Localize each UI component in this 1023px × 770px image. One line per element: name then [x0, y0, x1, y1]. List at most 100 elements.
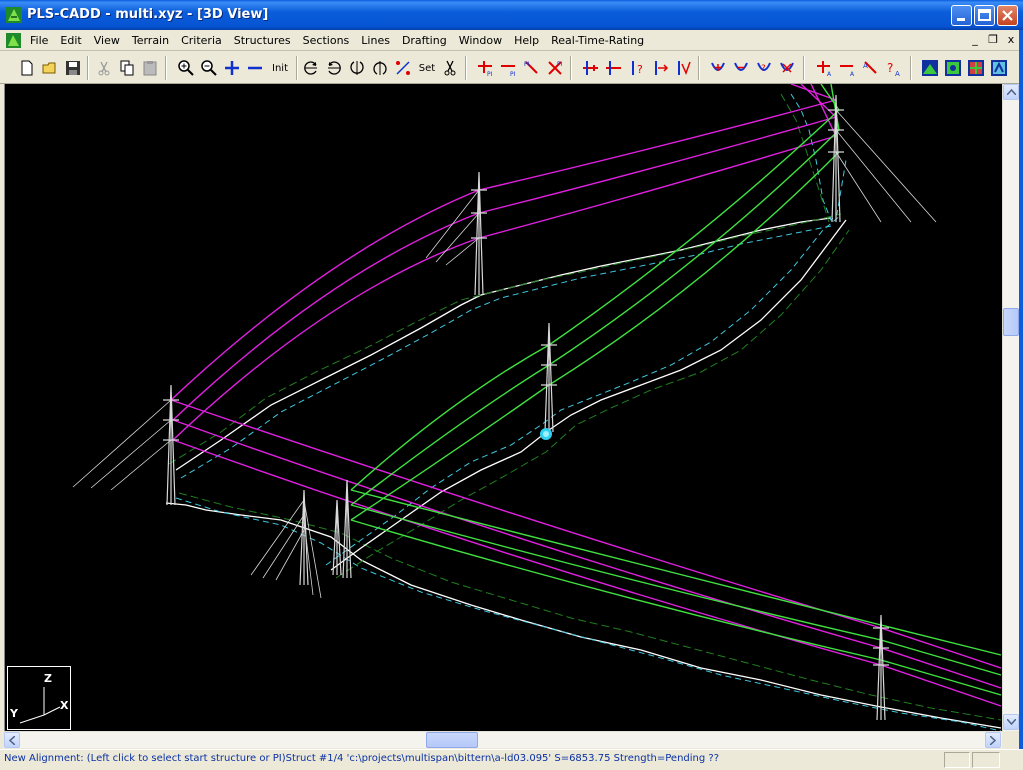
scroll-down-button[interactable] — [1003, 714, 1019, 730]
attach-button-3[interactable]: A — [861, 58, 881, 78]
rotate-right-button[interactable] — [324, 58, 344, 78]
axis-indicator: Z Y X — [7, 666, 71, 730]
init-view-label: Init — [272, 62, 288, 74]
horizontal-scroll-thumb[interactable] — [426, 732, 478, 748]
vertical-scroll-thumb[interactable] — [1003, 308, 1019, 336]
rotate-free-icon — [396, 61, 410, 75]
open-button[interactable] — [40, 58, 60, 78]
paste-button[interactable] — [140, 58, 160, 78]
menu-real-time-rating[interactable]: Real-Time-Rating — [545, 30, 650, 51]
rotate-down-icon — [373, 61, 387, 75]
axis-x-label: X — [60, 699, 69, 712]
delete-structure-icon — [606, 61, 621, 75]
selected-structure-marker[interactable] — [540, 428, 552, 440]
attach-button-2[interactable]: A — [838, 58, 858, 78]
status-pane-2 — [972, 752, 1000, 768]
rotate-right-icon — [328, 61, 341, 75]
3d-view-canvas[interactable]: Z Y X — [4, 84, 1003, 731]
zoom-in-button[interactable] — [176, 58, 196, 78]
sag-button-1[interactable] — [708, 58, 728, 78]
menu-edit[interactable]: Edit — [54, 30, 87, 51]
attach-button-4[interactable]: ? A — [884, 58, 904, 78]
structure-info-button[interactable]: ? — [627, 58, 647, 78]
cut-button[interactable] — [94, 58, 114, 78]
rotate-up-button[interactable] — [347, 58, 367, 78]
zoom-out-button[interactable] — [199, 58, 219, 78]
view-icon-4 — [991, 60, 1007, 76]
delete-pi-button[interactable]: PI — [499, 58, 519, 78]
vertical-scrollbar[interactable] — [1002, 84, 1019, 731]
set-view-label: Set — [418, 62, 436, 74]
sag-button-2[interactable] — [731, 58, 751, 78]
zoom-out-icon — [201, 60, 217, 76]
add-structure-button[interactable] — [581, 58, 601, 78]
maximize-icon — [978, 9, 991, 21]
structure-6 — [828, 94, 937, 223]
view-button-3[interactable] — [966, 58, 986, 78]
sag-button-3[interactable]: ? — [754, 58, 774, 78]
maximize-button[interactable] — [974, 5, 995, 26]
mdi-restore-button[interactable]: ❐ — [985, 32, 1001, 47]
scissors-icon — [444, 60, 456, 76]
menu-structures[interactable]: Structures — [228, 30, 297, 51]
scroll-left-button[interactable] — [4, 732, 20, 748]
svg-text:PI: PI — [487, 71, 493, 77]
sag-icon-3: ? — [757, 62, 771, 74]
rotate-up-icon — [350, 61, 364, 75]
save-button[interactable] — [63, 58, 83, 78]
menu-help[interactable]: Help — [508, 30, 545, 51]
arrow-right-icon — [990, 735, 996, 745]
menu-drafting[interactable]: Drafting — [396, 30, 453, 51]
minimize-button[interactable] — [951, 5, 972, 26]
menu-view[interactable]: View — [88, 30, 126, 51]
pan-plus-button[interactable] — [222, 58, 242, 78]
svg-text:A: A — [895, 70, 900, 77]
scissors-button[interactable] — [440, 58, 460, 78]
status-pane-1 — [944, 752, 970, 768]
menu-criteria[interactable]: Criteria — [175, 30, 228, 51]
sag-button-4[interactable] — [777, 58, 797, 78]
mdi-minimize-button[interactable]: _ — [967, 32, 983, 47]
menu-window[interactable]: Window — [453, 30, 508, 51]
view-button-2[interactable] — [943, 58, 963, 78]
copy-button[interactable] — [117, 58, 137, 78]
remove-pi-button[interactable]: PI — [545, 58, 565, 78]
move-pi-button[interactable]: PI — [522, 58, 542, 78]
terrain-profile — [165, 93, 1002, 731]
svg-text:?: ? — [637, 63, 643, 76]
svg-text:?: ? — [761, 64, 766, 74]
rotate-free-button[interactable] — [393, 58, 413, 78]
svg-text:PI: PI — [510, 71, 516, 77]
move-structure-button[interactable] — [650, 58, 670, 78]
view-button-4[interactable] — [989, 58, 1009, 78]
rotate-left-button[interactable] — [301, 58, 321, 78]
add-pi-button[interactable]: PI — [476, 58, 496, 78]
menu-lines[interactable]: Lines — [355, 30, 396, 51]
horizontal-scrollbar[interactable] — [4, 731, 1002, 748]
view-button-1[interactable] — [920, 58, 940, 78]
scroll-up-button[interactable] — [1003, 84, 1019, 100]
menu-file[interactable]: File — [24, 30, 54, 51]
replace-structure-icon — [678, 61, 691, 76]
new-button[interactable] — [17, 58, 37, 78]
document-icon[interactable] — [6, 33, 21, 48]
rotate-down-button[interactable] — [370, 58, 390, 78]
sag-icon-1 — [711, 62, 725, 71]
svg-text:?: ? — [887, 61, 893, 75]
close-button[interactable] — [997, 5, 1018, 26]
menu-sections[interactable]: Sections — [297, 30, 356, 51]
menu-terrain[interactable]: Terrain — [126, 30, 175, 51]
cut-icon — [98, 61, 110, 76]
attach-button-1[interactable]: A — [815, 58, 835, 78]
pan-minus-button[interactable] — [245, 58, 265, 78]
attach-icon-3: A — [863, 61, 877, 74]
svg-text:PI: PI — [524, 61, 530, 68]
mdi-close-button[interactable]: x — [1003, 32, 1019, 47]
add-pi-icon: PI — [478, 61, 493, 77]
scroll-right-button[interactable] — [985, 732, 1001, 748]
init-view-button[interactable]: Init — [268, 58, 292, 78]
set-view-button[interactable]: Set — [416, 58, 438, 78]
replace-structure-button[interactable] — [673, 58, 693, 78]
delete-structure-button[interactable] — [604, 58, 624, 78]
attach-icon-1: A — [817, 61, 832, 77]
